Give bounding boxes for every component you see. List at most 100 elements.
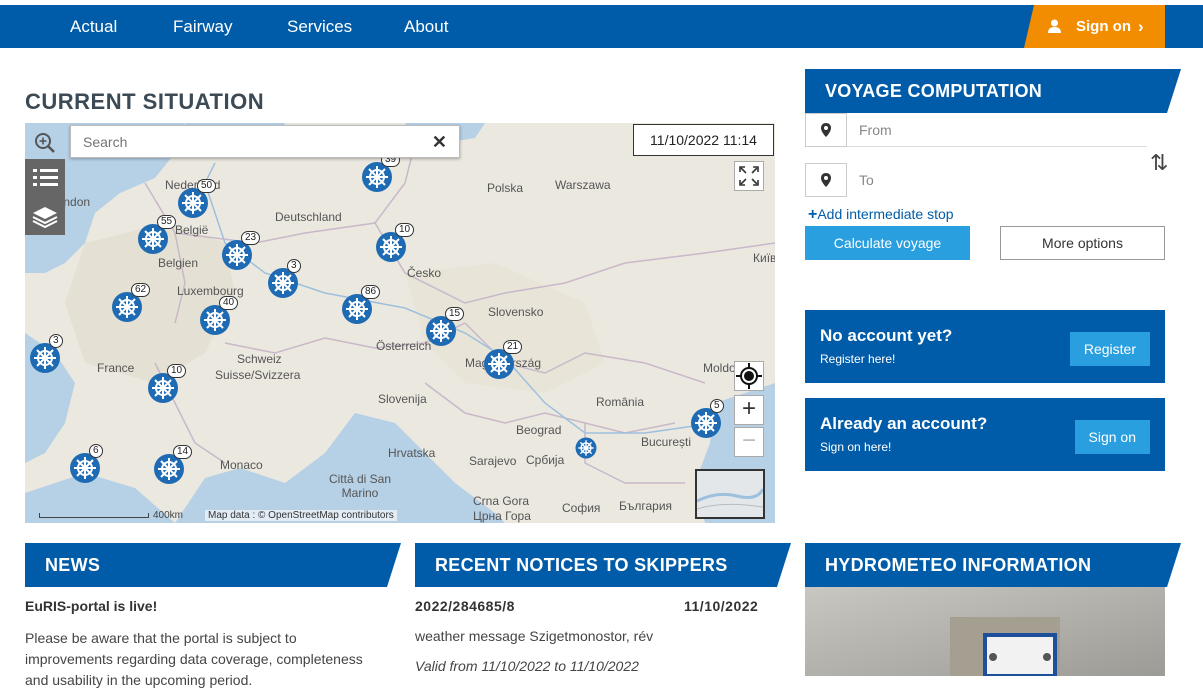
vessel-count-badge: 50 — [197, 179, 217, 193]
chevron-right-icon: › — [1138, 17, 1144, 36]
register-panel-title: No account yet? — [820, 326, 953, 345]
overview-minimap[interactable] — [695, 469, 765, 519]
map-label: България — [619, 499, 673, 513]
hydrometeo-photo[interactable] — [805, 587, 1165, 676]
vessel-marker[interactable]: 62 — [111, 283, 151, 323]
map-label: Beograd — [516, 423, 562, 437]
search-input[interactable] — [71, 126, 401, 157]
sign-on-panel-title: Already an account? — [820, 414, 988, 433]
location-pin-icon — [805, 113, 847, 147]
vessel-marker[interactable]: 55 — [137, 215, 177, 255]
expand-icon — [739, 166, 759, 186]
zoom-in-icon[interactable] — [33, 131, 57, 155]
map-view[interactable]: London Nederland België Belgien Luxembou… — [25, 123, 775, 523]
map-label: Città di San Marino — [328, 472, 392, 500]
divider — [847, 146, 1147, 147]
fullscreen-button[interactable] — [734, 161, 764, 191]
vessel-count-badge: 86 — [361, 285, 381, 299]
sign-on-label: Sign on — [1076, 18, 1131, 35]
vessel-marker[interactable]: 5 — [690, 399, 724, 439]
vessel-count-badge: 6 — [89, 444, 103, 458]
vessel-marker[interactable]: 39 — [361, 153, 401, 193]
notice-validity: Valid from 11/10/2022 to 11/10/2022 — [415, 658, 639, 674]
nav-item-about[interactable]: About — [404, 5, 448, 48]
vessel-count-badge: 3 — [49, 334, 63, 348]
nav-item-services[interactable]: Services — [287, 5, 352, 48]
nav-item-fairway[interactable]: Fairway — [173, 5, 233, 48]
map-label: Česko — [407, 266, 442, 280]
register-panel-subtitle: Register here! — [820, 352, 896, 366]
vessel-marker[interactable]: 50 — [177, 179, 217, 219]
swap-direction-icon[interactable]: ⇅ — [1150, 150, 1168, 176]
vessel-count-badge: 21 — [503, 340, 523, 354]
more-options-button[interactable]: More options — [1000, 226, 1165, 260]
from-placeholder: From — [859, 122, 892, 138]
vessel-marker[interactable]: 10 — [375, 223, 415, 263]
scale-label: 400km — [153, 510, 184, 521]
notice-id[interactable]: 2022/284685/8 — [415, 598, 515, 614]
locate-button[interactable] — [734, 361, 764, 391]
calculate-voyage-button[interactable]: Calculate voyage — [805, 226, 970, 260]
ship-wheel-icon — [575, 437, 597, 459]
vessel-marker[interactable]: 23 — [221, 231, 261, 271]
vessel-count-badge: 10 — [167, 364, 187, 378]
to-field[interactable]: To — [805, 163, 1147, 197]
map-label: București — [641, 435, 692, 449]
vessel-count-badge: 14 — [173, 445, 193, 459]
map-label: Sarajevo — [469, 454, 517, 468]
vessel-marker[interactable]: 21 — [483, 340, 523, 380]
location-pin-icon — [805, 163, 847, 197]
panel-sign-on-button[interactable]: Sign on — [1074, 420, 1150, 454]
vessel-marker[interactable]: 15 — [425, 307, 465, 347]
notices-heading: RECENT NOTICES TO SKIPPERS — [415, 543, 791, 587]
map-label: София — [562, 501, 601, 515]
map-label: România — [596, 395, 645, 409]
map-label: Київ — [753, 251, 775, 265]
layers-button[interactable] — [25, 197, 65, 235]
vessel-marker[interactable]: 3 — [29, 334, 63, 374]
vessel-marker[interactable]: 86 — [341, 285, 381, 325]
nav-item-actual[interactable]: Actual — [70, 5, 117, 48]
vessel-count-badge: 10 — [395, 223, 415, 237]
map-label: Österreich — [376, 339, 432, 353]
sign-on-button[interactable]: Sign on › — [1024, 5, 1165, 48]
user-icon — [1048, 19, 1061, 33]
vessel-marker[interactable]: 14 — [153, 445, 193, 485]
map-label: Belgien — [158, 256, 199, 270]
map-attribution: Map data : © OpenStreetMap contributors — [205, 510, 397, 521]
vessel-marker[interactable]: 3 — [267, 259, 301, 299]
plus-icon: + — [741, 395, 756, 422]
map-label: Polska — [487, 181, 524, 195]
clear-search-icon[interactable]: ✕ — [432, 132, 447, 153]
voyage-computation-heading: VOYAGE COMPUTATION — [805, 69, 1181, 113]
vessel-marker[interactable]: 6 — [69, 444, 103, 484]
news-item-title[interactable]: EuRIS-portal is live! — [25, 598, 157, 614]
vessel-marker[interactable] — [575, 437, 597, 459]
zoom-in-button[interactable]: + — [734, 395, 764, 425]
from-field[interactable]: From — [805, 113, 1147, 147]
layer-list-button[interactable] — [25, 159, 65, 197]
map-label: Crna Gora — [473, 494, 530, 508]
vessel-marker[interactable]: 40 — [199, 296, 239, 336]
vessel-marker[interactable]: 10 — [147, 364, 187, 404]
zoom-out-button[interactable]: − — [734, 427, 764, 457]
map-label: Црна Гора — [473, 509, 531, 523]
sign-on-panel-subtitle: Sign on here! — [820, 440, 892, 454]
register-button[interactable]: Register — [1069, 332, 1150, 366]
vessel-count-badge: 62 — [131, 283, 151, 297]
vessel-count-badge: 3 — [287, 259, 301, 273]
map-label: Suisse/Svizzera — [215, 368, 301, 382]
news-item-body: Please be aware that the portal is subje… — [25, 630, 363, 688]
sign-on-panel: Already an account? Sign on here! Sign o… — [805, 398, 1165, 471]
vessel-count-badge: 15 — [445, 307, 465, 321]
add-intermediate-stop-link[interactable]: +Add intermediate stop — [808, 206, 954, 224]
vessel-count-badge: 23 — [241, 231, 261, 245]
map-datetime[interactable]: 11/10/2022 11:14 — [633, 124, 774, 156]
map-label: Warszawa — [555, 178, 611, 192]
minus-icon: − — [741, 427, 756, 454]
notice-date: 11/10/2022 — [684, 598, 759, 614]
vessel-count-badge: 5 — [710, 399, 724, 413]
news-heading: NEWS — [25, 543, 401, 587]
top-navigation-bar: Actual Fairway Services About Sign on › — [0, 5, 1203, 48]
crosshair-icon — [736, 363, 762, 389]
